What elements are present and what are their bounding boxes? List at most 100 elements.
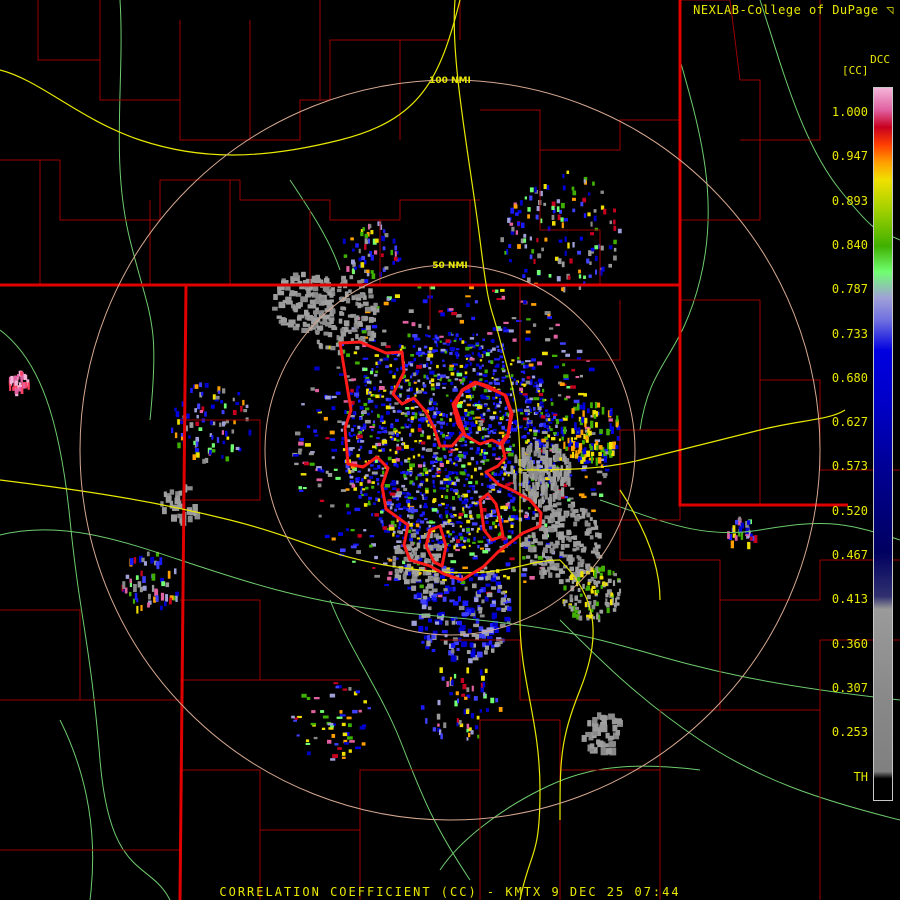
radar-echo [431, 539, 435, 542]
radar-echo [454, 378, 459, 381]
radar-echo [397, 526, 401, 530]
radar-echo [617, 228, 622, 234]
radar-echo [355, 243, 359, 248]
radar-echo [529, 397, 534, 401]
radar-echo [405, 407, 410, 410]
radar-echo [452, 656, 457, 660]
radar-echo [459, 401, 463, 404]
radar-echo [523, 580, 527, 583]
radar-echo [439, 340, 442, 343]
radar-echo [583, 213, 587, 218]
radar-echo [337, 747, 342, 750]
radar-echo [499, 398, 501, 402]
radar-echo [523, 427, 528, 431]
radar-echo [380, 474, 384, 477]
radar-echo [458, 379, 462, 382]
radar-echo [464, 440, 467, 443]
radar-echo [507, 493, 511, 497]
radar-echo [371, 513, 374, 517]
radar-echo [361, 330, 367, 334]
county-border [180, 719, 560, 831]
radar-echo [612, 608, 617, 612]
radar-echo [413, 372, 417, 377]
radar-echo [605, 598, 608, 602]
radar-echo [394, 251, 397, 257]
nexlab-credit-link[interactable]: NEXLAB-College of DuPage ◹ [693, 3, 894, 17]
legend-tick-label: TH [853, 769, 868, 784]
radar-echo [555, 467, 560, 477]
radar-echo [564, 512, 569, 518]
radar-echo [542, 534, 548, 540]
radar-echo [515, 381, 518, 385]
radar-echo [357, 321, 362, 326]
radar-echo [533, 538, 538, 543]
radar-echo [517, 360, 521, 364]
radar-echo [469, 357, 475, 361]
radar-echo [492, 515, 497, 517]
radar-echo [559, 382, 565, 386]
radar-echo [561, 222, 564, 229]
radar-echo [418, 625, 424, 632]
radar-echo [363, 316, 369, 321]
radar-echo [526, 555, 531, 559]
radar-echo [510, 207, 515, 214]
radar-echo [367, 412, 370, 416]
radar-echo [418, 390, 422, 394]
radar-echo [494, 644, 499, 648]
radar-echo [589, 743, 595, 749]
radar-echo [381, 430, 387, 433]
radar-echo [438, 310, 443, 313]
radar-echo [159, 605, 163, 611]
radar-echo [552, 221, 556, 226]
radar-echo [477, 545, 480, 549]
radar-echo [371, 273, 376, 279]
radar-echo [190, 387, 193, 393]
radar-echo [586, 512, 591, 518]
radar-echo [609, 410, 612, 416]
radar-echo [479, 422, 484, 427]
radar-echo [304, 443, 311, 447]
radar-echo [472, 386, 476, 391]
radar-echo [383, 301, 389, 306]
radar-echo [593, 579, 596, 586]
radar-echo [429, 544, 434, 551]
radar-echo [428, 524, 431, 528]
radar-echo [418, 347, 422, 351]
radar-echo [567, 504, 574, 508]
radar-echo [313, 736, 318, 740]
radar-echo [486, 513, 490, 518]
radar-echo [352, 433, 356, 437]
radar-echo [222, 388, 226, 394]
radar-echo [368, 450, 373, 454]
radar-echo [409, 472, 413, 475]
radar-echo [444, 468, 447, 471]
radar-echo [480, 460, 485, 463]
radar-echo [581, 469, 587, 472]
radar-echo [437, 430, 441, 433]
radar-echo [474, 502, 478, 505]
radar-echo [428, 350, 432, 354]
radar-echo [503, 326, 507, 330]
radar-echo [745, 527, 749, 535]
radar-echo [356, 550, 361, 554]
radar-echo [302, 323, 311, 327]
radar-echo [468, 416, 473, 420]
radar-echo [301, 271, 306, 278]
radar-echo [194, 408, 197, 413]
legend-tick-label: 0.947 [831, 149, 868, 164]
radar-map[interactable]: 100 NMI 50 NMI [0, 0, 900, 900]
radar-echo [732, 525, 736, 532]
radar-echo [609, 423, 612, 431]
radar-echo [506, 471, 512, 474]
radar-echo [489, 484, 495, 489]
radar-echo [497, 589, 501, 593]
radar-echo [492, 347, 496, 351]
radar-echo [466, 403, 471, 407]
radar-echo [466, 650, 471, 654]
radar-echo [472, 368, 476, 372]
radar-echo [591, 585, 596, 589]
radar-echo [433, 374, 438, 377]
radar-echo [747, 520, 751, 525]
radar-echo [735, 519, 739, 525]
radar-echo [377, 442, 382, 447]
